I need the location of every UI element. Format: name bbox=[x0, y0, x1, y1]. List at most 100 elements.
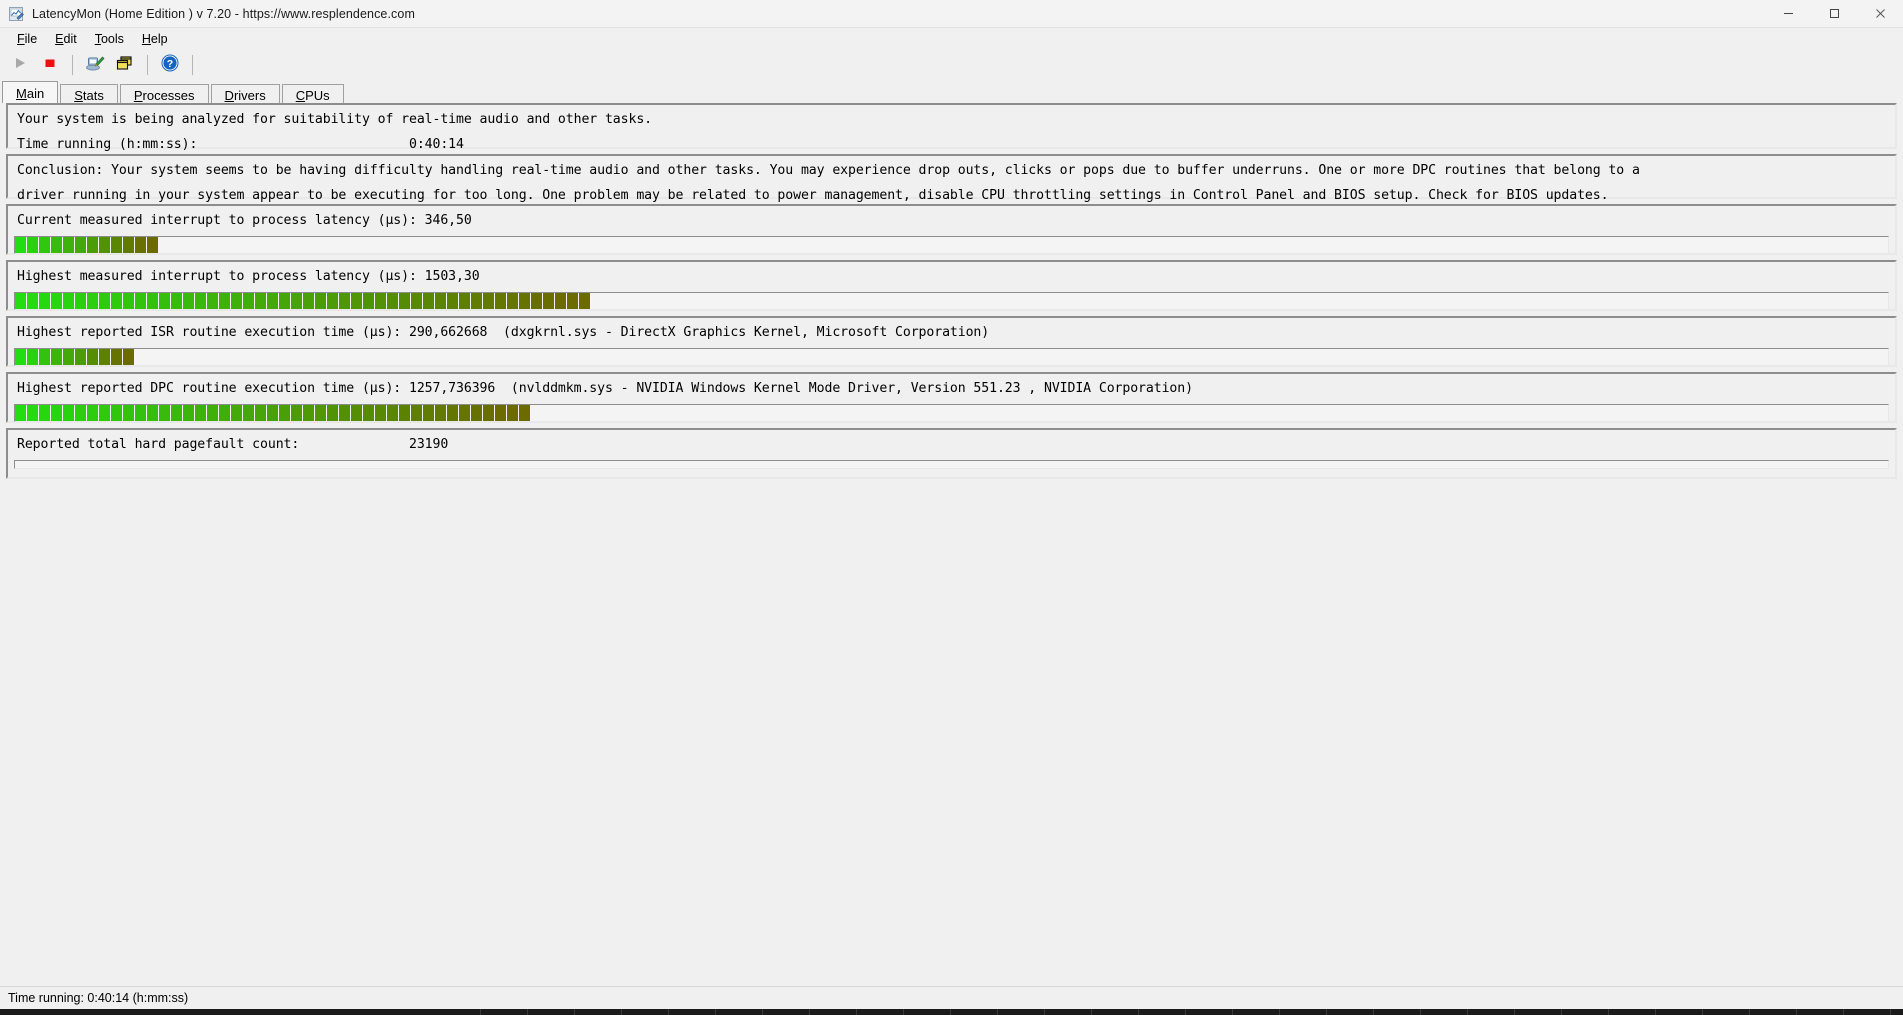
bar-segment bbox=[231, 293, 242, 309]
bar-segment bbox=[87, 293, 98, 309]
taskbar-tick bbox=[715, 1009, 716, 1015]
tab-main[interactable]: Main bbox=[2, 81, 59, 103]
bar-segment bbox=[87, 405, 98, 421]
close-icon[interactable] bbox=[1857, 0, 1903, 27]
windows-button[interactable] bbox=[111, 52, 139, 78]
highest-interrupt-to-process-latency-bar-fill bbox=[15, 293, 591, 309]
bar-segment bbox=[63, 405, 74, 421]
bar-segment bbox=[279, 405, 290, 421]
analysis-status-text: Your system is being analyzed for suitab… bbox=[17, 112, 653, 127]
tab-main-label: ain bbox=[26, 86, 45, 101]
bar-segment bbox=[135, 237, 146, 253]
menu-help[interactable]: Help bbox=[133, 30, 177, 48]
bar-segment bbox=[219, 293, 230, 309]
bar-segment bbox=[135, 405, 146, 421]
menu-edit[interactable]: Edit bbox=[46, 30, 86, 48]
bar-segment bbox=[495, 405, 506, 421]
taskbar-tick bbox=[1655, 1009, 1656, 1015]
bar-segment bbox=[99, 349, 110, 365]
tab-drivers[interactable]: Drivers bbox=[210, 84, 280, 103]
bar-segment bbox=[63, 293, 74, 309]
bar-segment bbox=[363, 405, 374, 421]
stop-button[interactable] bbox=[36, 52, 64, 78]
bar-segment bbox=[111, 349, 122, 365]
metric-highest-dpc-routine-execution-time: Highest reported DPC routine execution t… bbox=[6, 372, 1897, 423]
bar-segment bbox=[255, 293, 266, 309]
bar-segment bbox=[207, 293, 218, 309]
tab-cpus[interactable]: CPUs bbox=[281, 84, 344, 103]
menu-bar: File Edit Tools Help bbox=[0, 28, 1903, 50]
reported-total-hard-pagefault-count-bar bbox=[14, 460, 1889, 469]
bar-segment bbox=[483, 293, 494, 309]
maximize-icon[interactable] bbox=[1811, 0, 1857, 27]
bar-segment bbox=[567, 293, 578, 309]
taskbar-tick bbox=[668, 1009, 669, 1015]
bar-segment bbox=[219, 405, 230, 421]
tab-stats[interactable]: Stats bbox=[60, 84, 118, 103]
empty-area bbox=[6, 484, 1897, 986]
bar-segment bbox=[63, 237, 74, 253]
bar-segment bbox=[447, 405, 458, 421]
bar-segment bbox=[27, 293, 38, 309]
bar-segment bbox=[123, 293, 134, 309]
bar-segment bbox=[255, 405, 266, 421]
menu-tools-label: ools bbox=[100, 31, 124, 46]
bar-segment bbox=[27, 237, 38, 253]
taskbar-tick bbox=[574, 1009, 575, 1015]
taskbar-tick bbox=[762, 1009, 763, 1015]
bar-segment bbox=[351, 293, 362, 309]
computer-pen-icon bbox=[85, 54, 105, 77]
bar-segment bbox=[15, 405, 26, 421]
bar-segment bbox=[315, 405, 326, 421]
bar-segment bbox=[387, 405, 398, 421]
bar-segment bbox=[63, 349, 74, 365]
bar-segment bbox=[375, 405, 386, 421]
bar-segment bbox=[231, 405, 242, 421]
bar-segment bbox=[99, 405, 110, 421]
bar-segment bbox=[123, 237, 134, 253]
highest-dpc-routine-execution-time-bar-fill bbox=[15, 405, 531, 421]
bar-segment bbox=[315, 293, 326, 309]
bar-segment bbox=[291, 293, 302, 309]
bar-segment bbox=[111, 405, 122, 421]
bar-segment bbox=[519, 405, 530, 421]
reported-total-hard-pagefault-count-text: Reported total hard pagefault count: 231… bbox=[17, 437, 449, 452]
bar-segment bbox=[75, 237, 86, 253]
toolbar-separator-1 bbox=[72, 55, 73, 75]
menu-edit-label: dit bbox=[63, 31, 77, 46]
status-bar: Time running: 0:40:14 (h:mm:ss) bbox=[0, 986, 1903, 1009]
taskbar-tick bbox=[997, 1009, 998, 1015]
taskbar-tick bbox=[1279, 1009, 1280, 1015]
taskbar-tick bbox=[1373, 1009, 1374, 1015]
bar-segment bbox=[171, 405, 182, 421]
bar-segment bbox=[459, 293, 470, 309]
menu-file[interactable]: File bbox=[8, 30, 46, 48]
bar-segment bbox=[531, 293, 542, 309]
bar-segment bbox=[279, 293, 290, 309]
bar-segment bbox=[147, 405, 158, 421]
bar-segment bbox=[39, 405, 50, 421]
highest-dpc-routine-execution-time-bar bbox=[14, 404, 1889, 422]
minimize-icon[interactable] bbox=[1765, 0, 1811, 27]
taskbar-tick bbox=[1514, 1009, 1515, 1015]
bar-segment bbox=[507, 405, 518, 421]
bar-segment bbox=[87, 349, 98, 365]
taskbar-tick bbox=[480, 1009, 481, 1015]
bar-segment bbox=[75, 293, 86, 309]
play-icon bbox=[12, 55, 28, 76]
bar-segment bbox=[39, 237, 50, 253]
bar-segment bbox=[507, 293, 518, 309]
status-bar-text: Time running: 0:40:14 (h:mm:ss) bbox=[8, 991, 189, 1005]
bar-segment bbox=[267, 405, 278, 421]
bar-segment bbox=[423, 405, 434, 421]
system-info-button[interactable] bbox=[81, 52, 109, 78]
tab-processes[interactable]: Processes bbox=[119, 84, 209, 103]
start-button[interactable] bbox=[6, 52, 34, 78]
menu-tools[interactable]: Tools bbox=[86, 30, 133, 48]
taskbar-tick bbox=[950, 1009, 951, 1015]
bar-segment bbox=[291, 405, 302, 421]
current-interrupt-to-process-latency-bar-fill bbox=[15, 237, 159, 253]
help-button[interactable]: ? bbox=[156, 52, 184, 78]
bar-segment bbox=[303, 405, 314, 421]
toolbar: ? bbox=[0, 50, 1903, 80]
